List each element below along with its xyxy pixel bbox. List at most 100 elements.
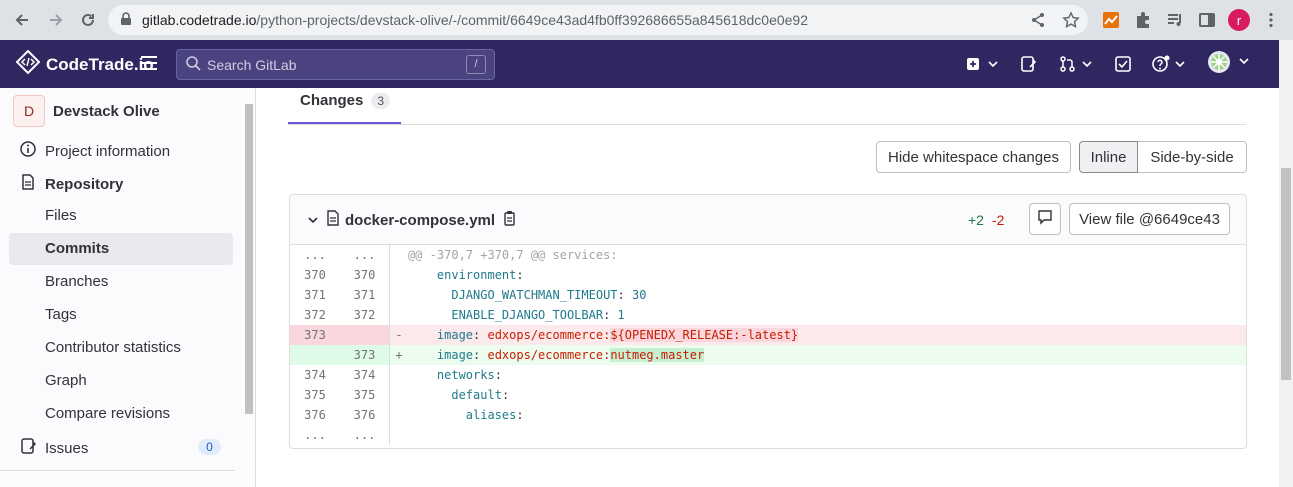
old-line-number[interactable]: 375 (290, 385, 340, 405)
extensions-puzzle-icon[interactable] (1131, 8, 1155, 32)
share-icon[interactable] (1030, 12, 1046, 31)
diff-file-header: docker-compose.yml +2 -2 View file @6649c… (290, 195, 1246, 245)
sidebar-item-repository[interactable]: Repository (20, 174, 123, 194)
hide-whitespace-button[interactable]: Hide whitespace changes (876, 141, 1071, 173)
search-input[interactable]: Search GitLab / (176, 49, 495, 80)
brand-name: CodeTrade.io (46, 54, 154, 74)
old-line-number[interactable]: 370 (290, 265, 340, 285)
sidebar-item-contributor-statistics[interactable]: Contributor statistics (45, 339, 181, 356)
sidebar-item-label: Repository (45, 175, 124, 193)
comment-icon (1037, 209, 1053, 229)
sidebar-item-issues[interactable]: Issues (20, 438, 88, 458)
diff-line: 375 375 default: (290, 385, 1246, 405)
removed-sign: - (395, 328, 403, 342)
sidebar-item-commits[interactable]: Commits (45, 240, 109, 257)
forward-icon[interactable] (44, 8, 68, 32)
project-name: Devstack Olive (53, 102, 160, 120)
page-scrollbar-thumb[interactable] (1281, 168, 1291, 380)
back-icon[interactable] (10, 8, 34, 32)
new-line-number[interactable]: 376 (340, 405, 390, 425)
sidebar-item-label: Graph (45, 372, 87, 389)
media-playlist-icon[interactable] (1163, 8, 1187, 32)
sidebar-item-branches[interactable]: Branches (45, 273, 108, 290)
help-dropdown[interactable] (1152, 54, 1186, 74)
additions-count: +2 (968, 212, 984, 228)
user-menu-dropdown[interactable] (1207, 51, 1251, 73)
diff-line: 376 376 aliases: (290, 405, 1246, 425)
new-line-number[interactable]: 375 (340, 385, 390, 405)
lock-icon (120, 11, 132, 29)
sidebar-item-label: Branches (45, 273, 109, 290)
old-line-number[interactable]: 376 (290, 405, 340, 425)
sidebar-scrollbar[interactable] (245, 104, 253, 414)
hamburger-menu-icon[interactable] (140, 55, 158, 74)
create-new-dropdown[interactable] (965, 54, 999, 74)
issues-icon (20, 438, 37, 458)
line-code: default: (451, 388, 510, 402)
project-avatar: D (13, 95, 45, 127)
new-line-number: ... (340, 425, 390, 445)
sidebar-item-label: Contributor statistics (45, 339, 181, 356)
search-placeholder: Search GitLab (207, 56, 297, 73)
side-by-side-button[interactable]: Side-by-side (1138, 141, 1247, 173)
merge-requests-dropdown[interactable] (1059, 54, 1093, 74)
sidebar-item-files[interactable]: Files (45, 207, 77, 224)
address-bar[interactable]: gitlab.codetrade.io/python-projects/devs… (108, 5, 1088, 35)
bookmark-star-icon[interactable] (1062, 11, 1080, 32)
more-menu-icon[interactable] (1259, 8, 1283, 32)
diff-expand-row[interactable]: ... ... (290, 425, 1246, 445)
line-code: ENABLE_DJANGO_TOOLBAR: 1 (451, 308, 625, 322)
view-file-button[interactable]: View file @6649ce43 (1069, 203, 1230, 235)
sidebar-item-graph[interactable]: Graph (45, 372, 87, 389)
old-line-number[interactable]: 374 (290, 365, 340, 385)
added-sign: + (395, 348, 403, 362)
new-line-number[interactable]: 373 (340, 345, 390, 365)
diff-view-toggle: Inline Side-by-side (1079, 141, 1247, 173)
sidebar-item-project-information[interactable]: Project information (20, 141, 170, 161)
todos-icon[interactable] (1115, 54, 1131, 74)
brand-logo[interactable]: CodeTrade.io (15, 49, 154, 79)
chevron-down-icon[interactable] (308, 212, 318, 229)
new-line-number[interactable]: 374 (340, 365, 390, 385)
old-line-number[interactable]: 373 (290, 325, 340, 345)
new-line-number[interactable]: 372 (340, 305, 390, 325)
sidebar-project-header[interactable]: D Devstack Olive (13, 95, 160, 127)
sidebar-item-label: Compare revisions (45, 405, 171, 422)
old-line-number[interactable]: 372 (290, 305, 340, 325)
diff-line: 371 371 DJANGO_WATCHMAN_TIMEOUT: 30 (290, 285, 1246, 305)
extension-chart-icon[interactable] (1099, 8, 1123, 32)
line-code: environment: (436, 268, 524, 282)
profile-avatar[interactable]: r (1227, 8, 1251, 32)
copy-clipboard-icon[interactable] (503, 210, 517, 230)
file-name: docker-compose.yml (345, 211, 496, 229)
diff-file: docker-compose.yml +2 -2 View file @6649c… (289, 194, 1247, 449)
diff-line: 372 372 ENABLE_DJANGO_TOOLBAR: 1 (290, 305, 1246, 325)
line-code: aliases: (465, 408, 524, 422)
document-icon (20, 174, 36, 194)
side-panel-icon[interactable] (1195, 8, 1219, 32)
diff-line-removed: 373 - image: edxops/ecommerce:${OPENEDX_… (290, 325, 1246, 345)
sidebar-item-compare-revisions[interactable]: Compare revisions (45, 405, 170, 422)
url-host: gitlab.codetrade.io (142, 12, 257, 28)
comment-button[interactable] (1029, 203, 1061, 235)
sidebar-item-label: Commits (45, 240, 110, 257)
tab-changes-label: Changes (300, 92, 364, 109)
issues-icon[interactable] (1020, 54, 1036, 74)
search-shortcut-key: / (466, 55, 486, 74)
tab-changes-count: 3 (371, 92, 391, 109)
diff-line: 370 370 environment: (290, 265, 1246, 285)
sidebar-active-highlight (9, 233, 233, 265)
diff-table: ... ... @@ -370,7 +370,7 @@ services: 37… (290, 245, 1246, 445)
old-line-number[interactable] (290, 345, 340, 365)
sidebar-divider (0, 470, 235, 471)
new-line-number[interactable]: 370 (340, 265, 390, 285)
reload-icon[interactable] (76, 8, 100, 32)
tab-changes[interactable]: Changes 3 (300, 92, 391, 109)
old-line-number[interactable]: 371 (290, 285, 340, 305)
new-line-number[interactable] (340, 325, 390, 345)
new-line-number[interactable]: 371 (340, 285, 390, 305)
sidebar-item-label: Tags (45, 306, 77, 323)
sidebar-item-tags[interactable]: Tags (45, 306, 77, 323)
deletions-count: -2 (991, 212, 1005, 228)
inline-view-button[interactable]: Inline (1079, 141, 1138, 173)
